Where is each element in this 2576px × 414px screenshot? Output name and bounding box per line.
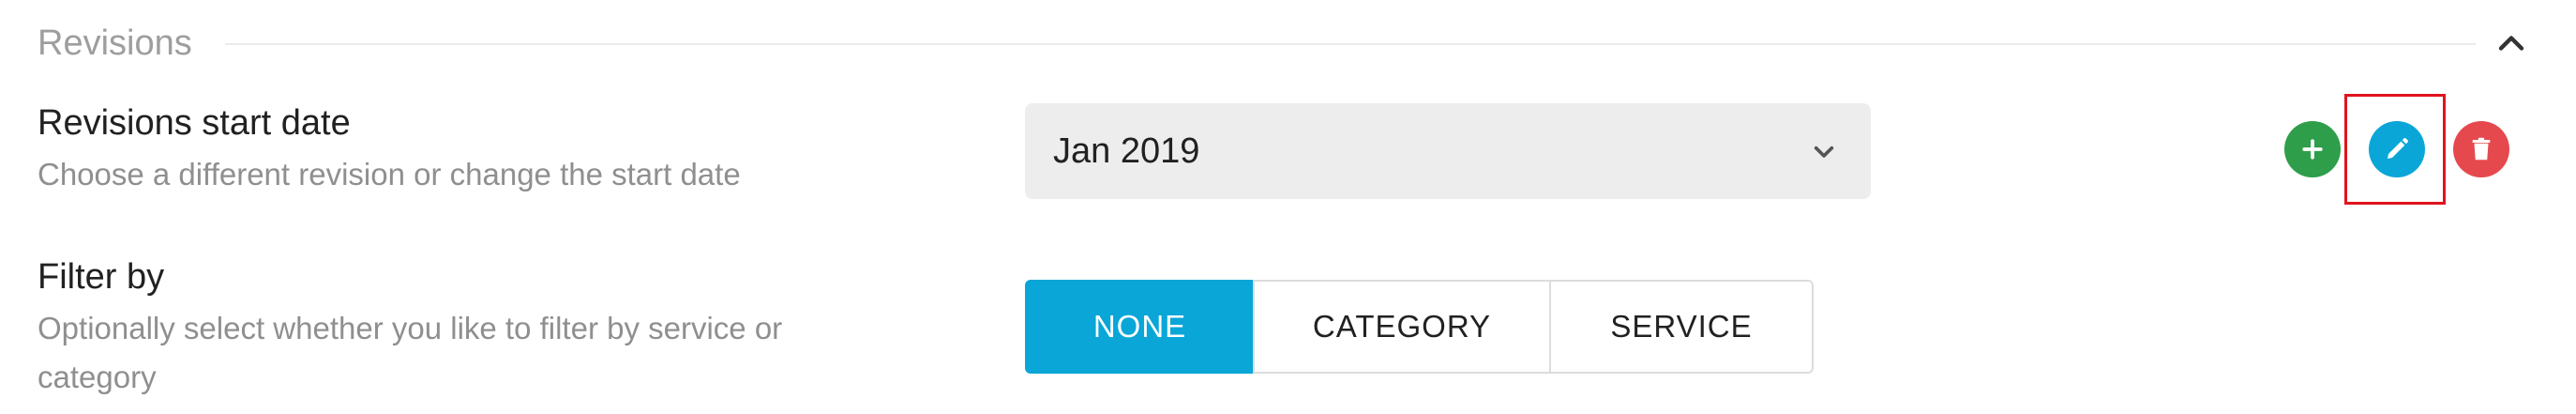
delete-revision-button[interactable] [2453, 121, 2509, 177]
section-header: Revisions [38, 17, 2532, 69]
chevron-up-icon [2498, 36, 2524, 51]
revision-select[interactable]: Jan 2019 [1025, 103, 1871, 199]
revisions-start-date-row: Revisions start date Choose a different … [38, 94, 2532, 212]
revisions-start-date-description: Choose a different revision or change th… [38, 157, 741, 192]
plus-icon [2302, 139, 2323, 160]
edit-revision-button[interactable] [2369, 121, 2425, 177]
filter-options: NONE CATEGORY SERVICE [1025, 280, 1814, 374]
filter-by-description: Optionally select whether you like to fi… [38, 304, 928, 402]
filter-option-category[interactable]: CATEGORY [1253, 280, 1551, 374]
pencil-icon [2388, 138, 2408, 159]
collapse-section-button[interactable] [2491, 23, 2532, 64]
section-divider [225, 43, 2476, 45]
revisions-start-date-label: Revisions start date [38, 103, 351, 143]
add-revision-button[interactable] [2284, 121, 2341, 177]
filter-by-label: Filter by [38, 257, 165, 297]
chevron-down-icon [1805, 132, 1843, 170]
filter-option-none[interactable]: NONE [1025, 280, 1255, 374]
filter-by-description-line-2: category [38, 360, 157, 394]
filter-by-row: Filter by Optionally select whether you … [38, 253, 2532, 404]
filter-option-service[interactable]: SERVICE [1549, 280, 1814, 374]
section-title: Revisions [38, 23, 192, 63]
revision-select-value: Jan 2019 [1053, 131, 1200, 171]
filter-by-description-line-1: Optionally select whether you like to fi… [38, 311, 783, 345]
trash-icon [2472, 137, 2491, 161]
